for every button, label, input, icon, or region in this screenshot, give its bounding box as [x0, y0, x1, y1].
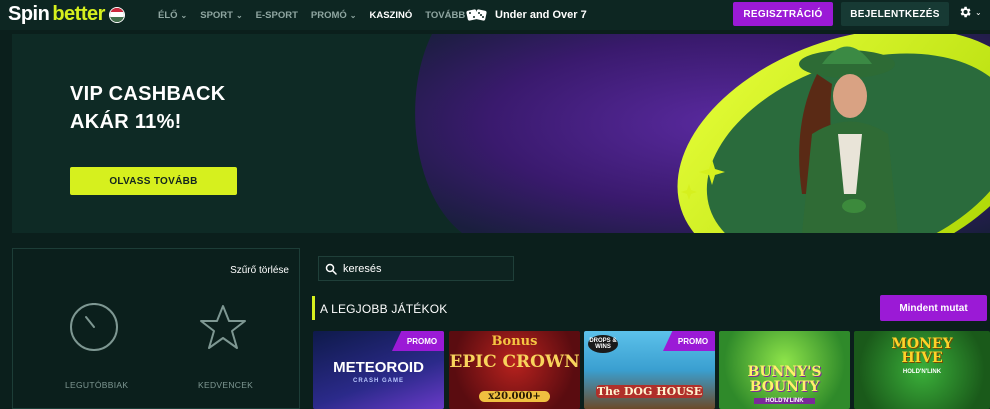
- settings-menu[interactable]: ⌄: [958, 5, 982, 19]
- nav-item-label: KASZINÓ: [369, 9, 413, 21]
- chevron-down-icon: ⌄: [349, 10, 357, 20]
- banner-title-line1: VIP CASHBACK: [70, 83, 226, 105]
- drops-wins-badge: DROPS & WINS: [588, 335, 618, 353]
- gear-icon: [960, 6, 971, 18]
- nav-item-label: PROMÓ: [310, 9, 347, 21]
- banner-title: VIP CASHBACK AKÁR 11%!: [70, 80, 225, 136]
- nav-item-live[interactable]: ÉLŐ ⌄: [158, 10, 187, 21]
- top-navigation-bar: Spin better ÉLŐ ⌄ SPORT ⌄ E-SPORT PROMÓ ⌄ K…: [0, 0, 990, 30]
- game-subtitle: HOLD'N'LINK: [902, 369, 942, 375]
- nav-item-label: ÉLŐ: [158, 9, 178, 21]
- chevron-down-icon: ⌄: [180, 10, 188, 20]
- main-nav: ÉLŐ ⌄ SPORT ⌄ E-SPORT PROMÓ ⌄ KASZINÓ TOVÁB…: [158, 0, 488, 30]
- game-title: METEOROID: [333, 359, 424, 376]
- site-logo[interactable]: Spin better: [8, 3, 125, 26]
- clear-filter-link[interactable]: Szűrő törlése: [230, 265, 289, 276]
- promo-badge: PROMO: [663, 331, 715, 351]
- game-subtitle: HOLD'N'LINK: [754, 398, 815, 404]
- promo-badge: PROMO: [392, 331, 444, 351]
- chevron-down-icon: ⌄: [235, 10, 243, 20]
- nav-item-casino[interactable]: KASZINÓ: [370, 10, 413, 21]
- stopwatch-icon[interactable]: [68, 301, 120, 353]
- search-icon: [325, 263, 337, 275]
- game-tile-epic-crown[interactable]: Bonus EPIC CROWN x20.000+: [449, 331, 580, 409]
- nav-item-label: SPORT: [200, 9, 233, 21]
- game-title: MONEY HIVE: [891, 336, 953, 366]
- favorites-label: KEDVENCEK: [198, 380, 254, 390]
- section-accent-bar: [312, 296, 315, 320]
- game-top-label: Bonus: [491, 334, 538, 349]
- dice-icon: [466, 9, 487, 21]
- under-over-7-label: Under and Over 7: [495, 9, 587, 21]
- under-over-7-link[interactable]: Under and Over 7: [466, 0, 587, 30]
- show-all-button[interactable]: Mindent mutat: [880, 295, 987, 321]
- star-icon[interactable]: [198, 303, 248, 351]
- hungary-flag-icon[interactable]: [108, 6, 125, 23]
- search-input[interactable]: keresés: [318, 256, 514, 281]
- game-subtitle: x20.000+: [479, 391, 550, 402]
- register-button[interactable]: REGISZTRÁCIÓ: [733, 2, 833, 26]
- promo-banner[interactable]: VIP CASHBACK AKÁR 11%! OLVASS TOVÁBB: [12, 34, 990, 233]
- banner-title-line2: AKÁR 11%!: [70, 111, 182, 133]
- nav-item-promo[interactable]: PROMÓ ⌄: [311, 10, 357, 21]
- game-subtitle: CRASH GAME: [352, 378, 404, 384]
- chevron-down-icon: ⌄: [975, 7, 982, 17]
- nav-item-esport[interactable]: E-SPORT: [256, 10, 298, 21]
- section-title: A LEGJOBB JÁTÉKOK: [320, 302, 448, 316]
- nav-item-label: E-SPORT: [255, 9, 298, 21]
- read-more-button[interactable]: OLVASS TOVÁBB: [70, 167, 237, 195]
- game-title: BUNNY'S BOUNTY: [747, 364, 822, 395]
- logo-better-text: better: [52, 3, 105, 25]
- filter-panel: Szűrő törlése LEGUTÓBBIAK KEDVENCEK: [12, 248, 300, 409]
- game-tile-bunnys-bounty[interactable]: BUNNY'S BOUNTY HOLD'N'LINK: [719, 331, 850, 409]
- game-title: EPIC CROWN: [449, 352, 580, 372]
- logo-spin-text: Spin: [8, 3, 50, 25]
- game-tile-dog-house[interactable]: PROMO DROPS & WINS The DOG HOUSE: [584, 331, 715, 409]
- login-button[interactable]: BEJELENTKEZÉS: [841, 2, 949, 26]
- game-tile-money-hive[interactable]: MONEY HIVE HOLD'N'LINK: [854, 331, 990, 409]
- search-value: keresés: [343, 262, 382, 275]
- game-title: The DOG HOUSE: [596, 385, 703, 398]
- nav-item-sport[interactable]: SPORT ⌄: [200, 10, 242, 21]
- game-tile-meteoroid[interactable]: PROMO METEOROID CRASH GAME: [313, 331, 444, 409]
- recent-label: LEGUTÓBBIAK: [65, 380, 129, 390]
- nav-item-label: TOVÁBB: [425, 9, 466, 21]
